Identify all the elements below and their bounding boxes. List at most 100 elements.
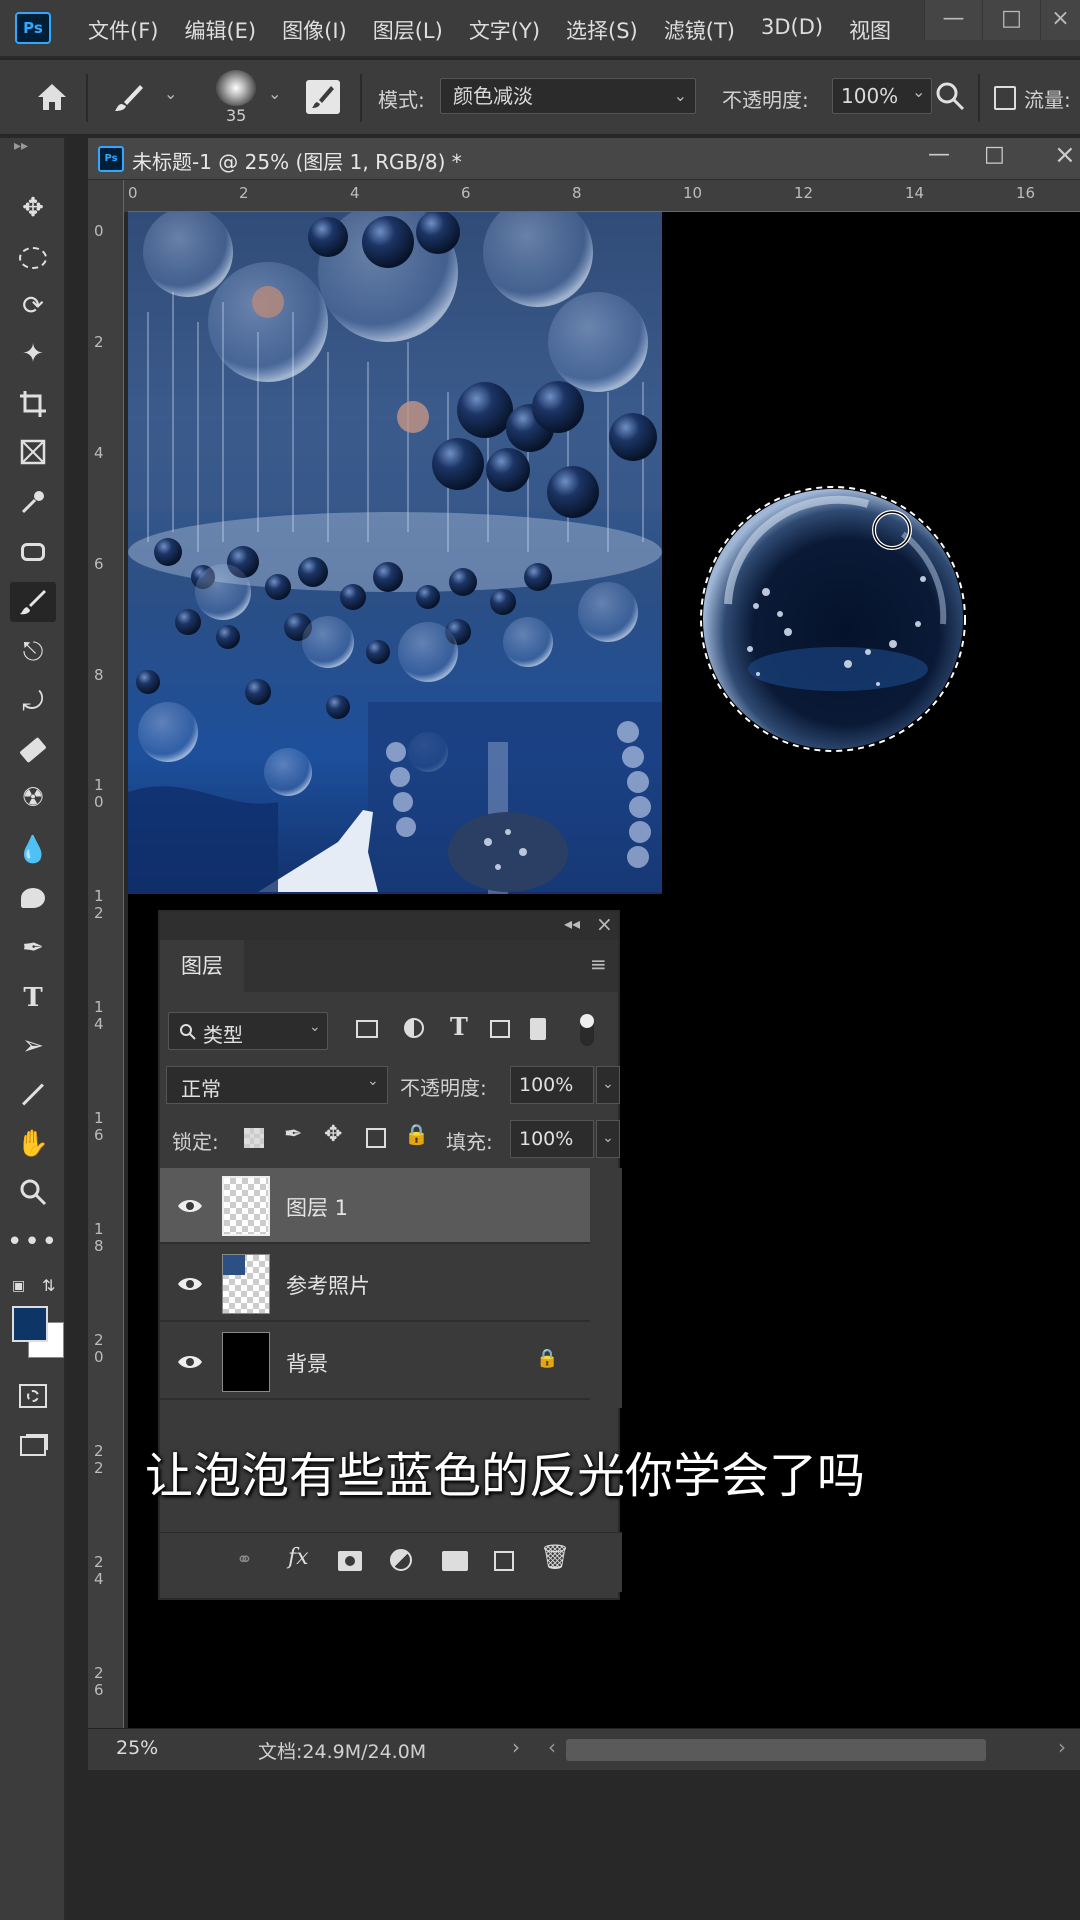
lock-position-icon[interactable]: ✥ (324, 1122, 342, 1147)
frame-tool-icon[interactable] (10, 432, 56, 472)
folder-icon[interactable] (442, 1551, 468, 1571)
history-brush-icon[interactable]: ⤾ (10, 682, 56, 722)
move-tool-icon[interactable]: ✥ (10, 188, 56, 228)
path-selection-icon[interactable]: ➢ (10, 1026, 56, 1066)
new-layer-icon[interactable] (494, 1551, 514, 1571)
close-panel-icon[interactable]: × (596, 912, 613, 936)
scroll-right-icon[interactable]: › (1058, 1735, 1066, 1759)
menu-layer[interactable]: 图层(L) (373, 15, 443, 45)
panel-header[interactable]: ◂◂ × (160, 912, 618, 940)
doc-restore-button[interactable]: □ (984, 142, 1005, 167)
zoom-tool-icon[interactable] (10, 1172, 56, 1212)
layer-row[interactable]: 参考照片 (160, 1246, 590, 1322)
magic-wand-icon[interactable]: ✦ (10, 334, 56, 374)
default-colors-icon[interactable]: ▣ (12, 1278, 25, 1294)
eyedropper-icon[interactable] (10, 482, 56, 522)
fill-input[interactable]: 100% (510, 1120, 594, 1158)
quick-mask-icon[interactable] (10, 1376, 56, 1416)
tab-layers[interactable]: 图层 (160, 940, 244, 992)
doc-close-button[interactable]: × (1054, 140, 1076, 170)
bubble-selection[interactable] (688, 474, 978, 764)
fx-icon[interactable]: fx (288, 1545, 309, 1570)
maximize-button[interactable]: □ (982, 0, 1040, 40)
minimize-button[interactable]: — (924, 0, 982, 40)
status-menu-icon[interactable]: › (512, 1735, 520, 1759)
paint-bucket-icon[interactable]: ☢ (10, 778, 56, 818)
doc-minimize-button[interactable]: — (928, 142, 950, 167)
pen-tool-icon[interactable]: ✒ (10, 928, 56, 968)
filter-kind-select[interactable]: 类型 ⌄ (168, 1012, 328, 1050)
home-icon[interactable] (36, 82, 68, 112)
visibility-eye-icon[interactable] (176, 1270, 204, 1298)
layer-name[interactable]: 参考照片 (286, 1270, 370, 1300)
layer-opacity-input[interactable]: 100% (510, 1066, 594, 1104)
visibility-eye-icon[interactable] (176, 1348, 204, 1376)
close-button[interactable]: × (1040, 0, 1080, 40)
blend-mode-select[interactable]: 正常 ⌄ (166, 1066, 388, 1104)
mask-icon[interactable] (338, 1551, 362, 1571)
adjustment-icon[interactable] (390, 1549, 412, 1571)
zoom-level[interactable]: 25% (116, 1737, 158, 1759)
marquee-tool-icon[interactable] (10, 238, 56, 278)
lasso-tool-icon[interactable]: ⟳ (10, 286, 56, 326)
crop-tool-icon[interactable] (10, 384, 56, 424)
lock-pixels-icon[interactable]: ✒ (284, 1122, 302, 1147)
line-tool-icon[interactable] (10, 1074, 56, 1114)
filter-type-icon[interactable]: T (450, 1012, 468, 1041)
swap-colors-icon[interactable]: ⇅ (42, 1276, 55, 1295)
chevron-down-icon[interactable]: ⌄ (912, 82, 925, 101)
menu-3d[interactable]: 3D(D) (761, 15, 823, 45)
chevron-down-icon[interactable]: ⌄ (164, 84, 177, 103)
menu-edit[interactable]: 编辑(E) (184, 15, 256, 45)
filter-toggle[interactable] (580, 1014, 594, 1046)
dodge-tool-icon[interactable] (10, 878, 56, 918)
chevron-down-icon[interactable]: ⌄ (268, 84, 281, 103)
filter-adjustment-icon[interactable] (404, 1018, 424, 1038)
brush-tool-icon[interactable] (10, 582, 56, 622)
link-icon[interactable]: ⚭ (236, 1547, 253, 1571)
more-tools-icon[interactable]: ••• (7, 1222, 57, 1262)
ruler-label: 12 (794, 184, 814, 202)
lock-transparent-icon[interactable] (244, 1128, 264, 1148)
type-tool-icon[interactable]: T (10, 978, 56, 1018)
ps-file-icon: Ps (98, 146, 124, 172)
brush-settings-icon[interactable] (306, 80, 340, 114)
menu-image[interactable]: 图像(I) (282, 15, 347, 45)
chevron-down-icon[interactable]: ⌄ (596, 1120, 620, 1158)
menu-file[interactable]: 文件(F) (88, 15, 158, 45)
filter-pixel-icon[interactable] (356, 1020, 378, 1038)
menu-type[interactable]: 文字(Y) (469, 15, 540, 45)
foreground-color-swatch[interactable] (12, 1306, 48, 1342)
trash-icon[interactable]: 🗑 (540, 1543, 570, 1571)
chevron-down-icon[interactable]: ⌄ (596, 1066, 620, 1104)
collapse-panel-icon[interactable]: ◂◂ (564, 914, 580, 933)
document-tab[interactable]: Ps 未标题-1 @ 25% (图层 1, RGB/8) * — □ × (88, 138, 1080, 180)
menu-view[interactable]: 视图 (849, 15, 891, 45)
layer-name[interactable]: 背景 (286, 1348, 328, 1378)
horizontal-scrollbar[interactable] (566, 1739, 986, 1761)
collapse-toolbox-icon[interactable]: ▸▸ (14, 138, 28, 154)
menu-select[interactable]: 选择(S) (566, 15, 638, 45)
lock-all-icon[interactable]: 🔒 (404, 1122, 429, 1146)
scroll-left-icon[interactable]: ‹ (548, 1735, 556, 1759)
healing-brush-icon[interactable] (10, 532, 56, 572)
eraser-tool-icon[interactable] (10, 730, 56, 770)
pressure-opacity-icon[interactable] (934, 80, 966, 112)
stamp-tool-icon[interactable]: ⎋ (10, 632, 56, 672)
panel-menu-icon[interactable]: ≡ (590, 952, 607, 976)
menu-filter[interactable]: 滤镜(T) (664, 15, 735, 45)
filter-shape-icon[interactable] (490, 1020, 510, 1038)
mode-select[interactable]: 颜色减淡 ⌄ (440, 78, 696, 114)
layer-row[interactable]: 图层 1 (160, 1168, 590, 1244)
layer-row[interactable]: 背景 🔒 (160, 1324, 590, 1400)
lock-artboard-icon[interactable] (366, 1128, 386, 1148)
hand-tool-icon[interactable]: ✋ (10, 1124, 56, 1164)
visibility-eye-icon[interactable] (176, 1192, 204, 1220)
screen-mode-icon[interactable] (10, 1426, 56, 1466)
blur-tool-icon[interactable]: 💧 (10, 830, 56, 870)
brush-preset-icon[interactable] (112, 82, 148, 114)
filter-smart-object-icon[interactable] (530, 1018, 546, 1040)
airbrush-icon[interactable] (994, 86, 1016, 110)
brush-tip-icon[interactable] (216, 70, 256, 106)
layer-name[interactable]: 图层 1 (286, 1192, 348, 1222)
